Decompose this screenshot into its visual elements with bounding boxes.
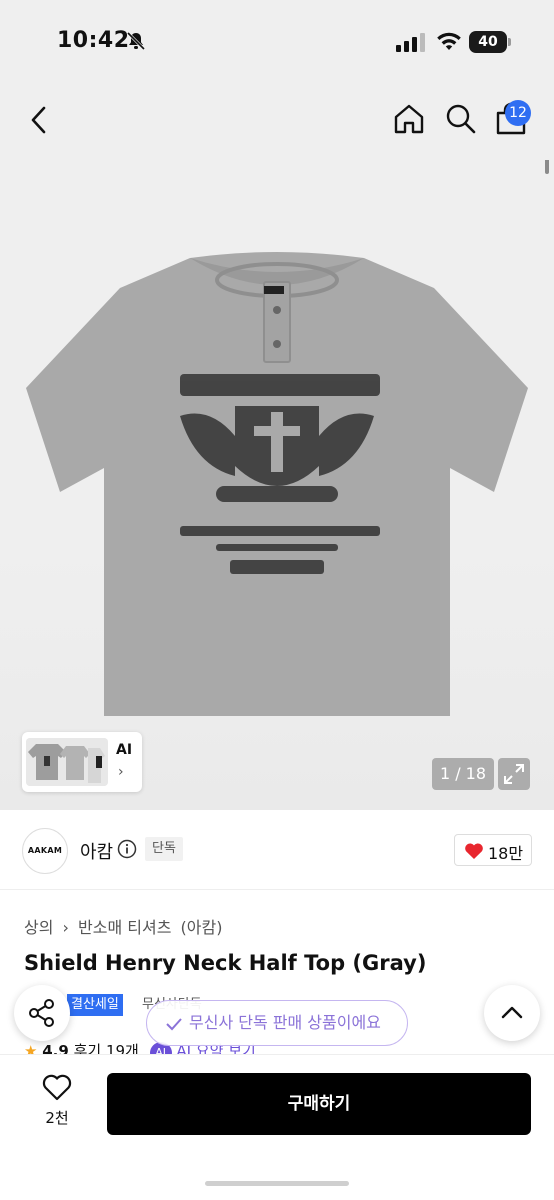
share-icon [29, 999, 54, 1027]
buy-button[interactable]: 구매하기 [107, 1073, 531, 1135]
exclusive-tag: 단독 [145, 837, 183, 861]
page-scrollbar [545, 160, 549, 174]
wishlist-button[interactable]: 2천 [34, 1073, 80, 1133]
home-indicator [205, 1181, 349, 1186]
breadcrumb-category[interactable]: 상의 [24, 918, 53, 937]
status-bar: 10:42 40 [0, 0, 554, 84]
wishlist-count: 2천 [45, 1109, 69, 1127]
battery-indicator: 40 [469, 31, 507, 53]
breadcrumb-brand[interactable]: (아캄) [181, 918, 223, 937]
home-icon[interactable] [392, 102, 426, 136]
status-time: 10:42 [57, 28, 130, 53]
share-button[interactable] [14, 985, 70, 1041]
bell-off-icon [126, 31, 146, 51]
product-image [26, 252, 528, 716]
chevron-right-icon: › [118, 764, 124, 780]
breadcrumb-separator: › [62, 918, 69, 937]
search-icon[interactable] [444, 102, 478, 136]
chevron-up-icon [501, 1006, 523, 1019]
thumbnail-image [26, 738, 108, 786]
signal-icon [396, 33, 425, 52]
brand-like-count: 18만 [488, 844, 524, 863]
sale-badge: 결산세일 [67, 994, 123, 1016]
brand-row: AAKAM 아캄 단독 18만 [0, 810, 554, 890]
battery-cap [508, 38, 511, 46]
ai-gallery-thumbnail[interactable]: AI › [22, 732, 142, 792]
breadcrumb-subcategory[interactable]: 반소매 티셔츠 [78, 918, 171, 937]
wifi-icon [437, 32, 461, 50]
cart-count-badge: 12 [505, 100, 531, 126]
exclusive-toast: 무신사 단독 판매 상품이에요 [146, 1000, 408, 1046]
ai-label: AI [116, 742, 133, 758]
product-gallery[interactable]: AI › 1 / 18 [0, 160, 554, 810]
brand-like-button[interactable]: 18만 [454, 834, 532, 866]
brand-name[interactable]: 아캄 [80, 838, 113, 864]
thumbnail-strip [26, 738, 108, 786]
scroll-top-button[interactable] [484, 985, 540, 1041]
breadcrumb: 상의 › 반소매 티셔츠 (아캄) [24, 914, 226, 938]
toast-text: 무신사 단독 판매 상품이에요 [189, 1013, 381, 1032]
expand-icon[interactable] [498, 758, 530, 790]
brand-logo[interactable]: AAKAM [22, 828, 68, 874]
bottom-action-bar: 2천 구매하기 [0, 1055, 554, 1200]
top-nav: 12 [0, 84, 554, 160]
check-icon [166, 1017, 182, 1030]
heart-icon [465, 843, 483, 859]
back-icon[interactable] [24, 102, 54, 138]
info-icon[interactable] [117, 839, 137, 859]
image-pager: 1 / 18 [432, 758, 494, 790]
heart-outline-icon [42, 1074, 72, 1101]
product-title: Shield Henry Neck Half Top (Gray) [24, 951, 427, 975]
